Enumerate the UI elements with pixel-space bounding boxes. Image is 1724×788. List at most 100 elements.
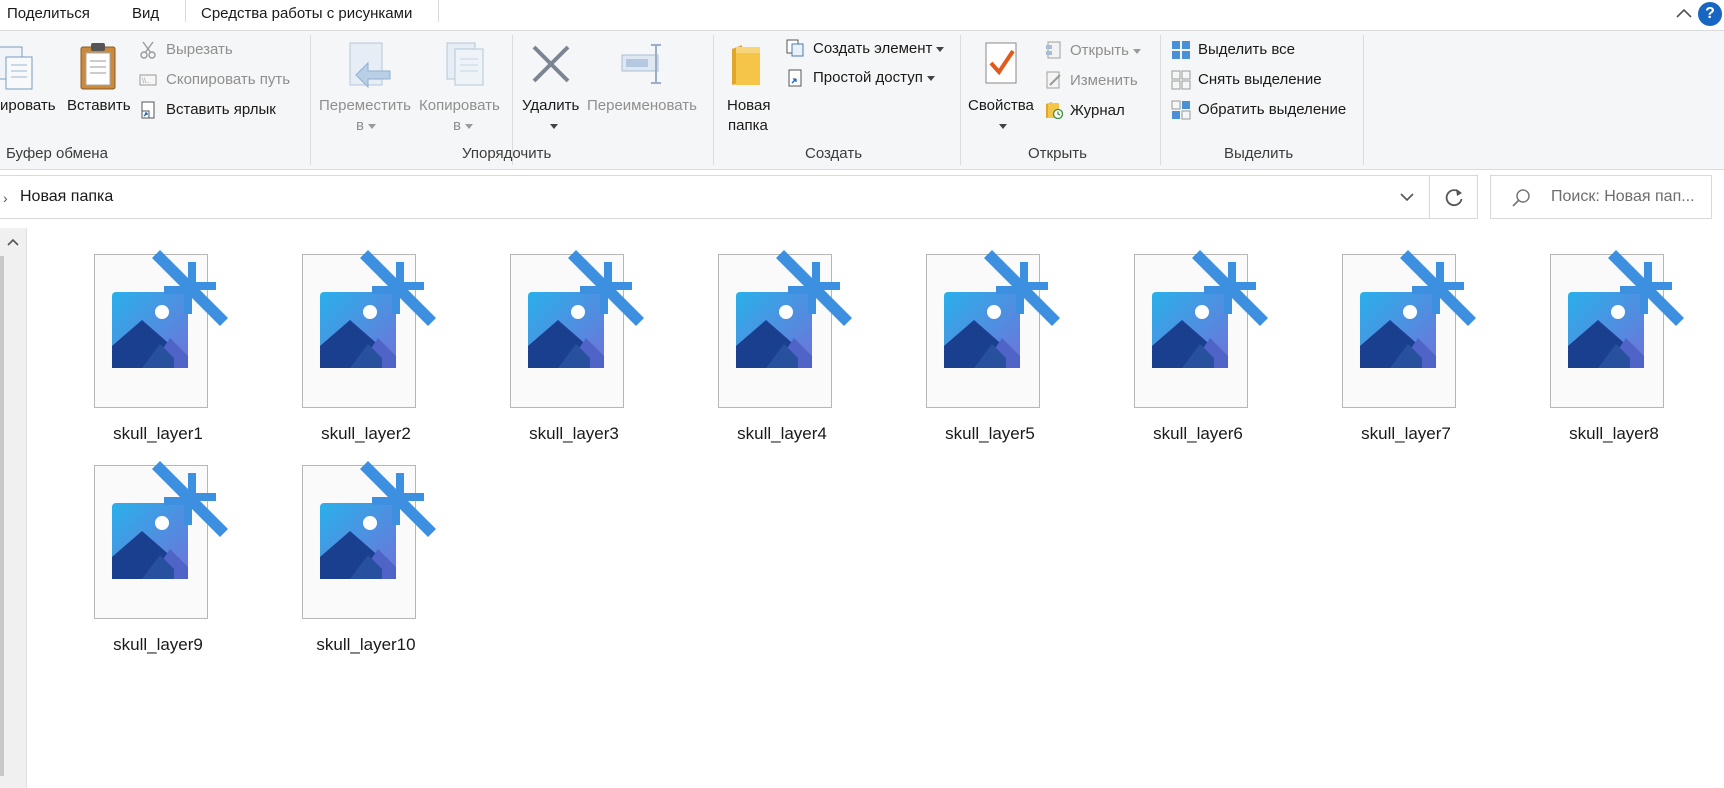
file-item[interactable]: skull_layer8	[1540, 250, 1724, 454]
tab-share[interactable]: Поделиться	[7, 5, 90, 22]
group-separator	[713, 35, 714, 165]
copy-icon[interactable]	[0, 43, 38, 95]
compressed-overlay-icon	[1608, 250, 1684, 326]
easy-access-icon	[788, 69, 802, 87]
select-none-button[interactable]: Снять выделение	[1198, 71, 1322, 88]
file-name[interactable]: skull_layer5	[916, 424, 1064, 444]
compressed-overlay-icon	[360, 250, 436, 326]
collapse-ribbon-icon[interactable]	[1674, 4, 1694, 24]
delete-dropdown-caret[interactable]	[550, 124, 558, 129]
copy-path-button[interactable]: Скопировать путь	[166, 71, 290, 88]
copy-path-icon: \\..	[139, 74, 157, 86]
menu-bar: Поделиться Вид Средства работы с рисунка…	[0, 0, 1724, 31]
tab-picture-tools[interactable]: Средства работы с рисунками	[201, 5, 412, 22]
copy-button[interactable]: ировать	[0, 97, 56, 114]
properties-button[interactable]: Свойства	[968, 97, 1034, 114]
rename-icon[interactable]	[620, 43, 668, 85]
file-name[interactable]: skull_layer3	[500, 424, 648, 444]
copy-to-button[interactable]: Копировать	[419, 97, 500, 114]
move-to-sub: в	[356, 117, 376, 134]
file-name[interactable]: skull_layer7	[1332, 424, 1480, 444]
search-box[interactable]: Поиск: Новая пап...	[1490, 175, 1712, 219]
select-none-icon	[1171, 70, 1191, 90]
delete-icon[interactable]	[530, 43, 572, 85]
file-item[interactable]: skull_layer2	[292, 250, 482, 454]
open-button[interactable]: Открыть	[1070, 42, 1141, 59]
file-name[interactable]: skull_layer9	[84, 635, 232, 655]
delete-button[interactable]: Удалить	[522, 97, 579, 114]
refresh-button[interactable]	[1430, 175, 1478, 219]
address-history-dropdown-icon[interactable]	[1385, 176, 1429, 218]
navigation-pane-scrollbar[interactable]	[0, 228, 27, 788]
paste-shortcut-button[interactable]: Вставить ярлык	[166, 101, 276, 118]
compressed-overlay-icon	[152, 461, 228, 537]
tab-view[interactable]: Вид	[132, 5, 159, 22]
scrollbar-thumb[interactable]	[0, 256, 4, 776]
compressed-overlay-icon	[360, 461, 436, 537]
select-all-button[interactable]: Выделить все	[1198, 41, 1295, 58]
compressed-overlay-icon	[1192, 250, 1268, 326]
open-group-label: Открыть	[1028, 145, 1087, 162]
file-name[interactable]: skull_layer4	[708, 424, 856, 444]
file-name[interactable]: skull_layer10	[292, 635, 440, 655]
refresh-icon	[1445, 189, 1463, 207]
move-to-button[interactable]: Переместить	[319, 97, 411, 114]
history-button[interactable]: Журнал	[1070, 102, 1125, 119]
cut-button[interactable]: Вырезать	[166, 41, 233, 58]
easy-access-button[interactable]: Простой доступ	[813, 69, 935, 86]
file-item[interactable]: skull_layer3	[500, 250, 690, 454]
group-separator	[960, 35, 961, 165]
group-separator	[1363, 35, 1364, 165]
select-all-icon	[1172, 41, 1190, 59]
group-separator	[1160, 35, 1161, 165]
tab-separator	[438, 0, 439, 22]
copy-to-sub: в	[453, 117, 473, 134]
properties-dropdown-caret[interactable]	[999, 124, 1007, 129]
search-input[interactable]: Поиск: Новая пап...	[1551, 188, 1695, 206]
history-icon	[1046, 102, 1063, 119]
file-item[interactable]: skull_layer5	[916, 250, 1106, 454]
file-item[interactable]: skull_layer10	[292, 461, 482, 665]
new-item-icon	[786, 39, 804, 57]
copy-to-icon[interactable]	[443, 41, 491, 91]
file-name[interactable]: skull_layer6	[1124, 424, 1272, 444]
file-item[interactable]: skull_layer6	[1124, 250, 1314, 454]
breadcrumb-current-folder[interactable]: Новая папка	[20, 188, 113, 206]
address-bar[interactable]: › Новая папка	[0, 175, 1430, 219]
paste-icon[interactable]	[78, 41, 118, 91]
open-icon	[1046, 41, 1061, 59]
new-item-button[interactable]: Создать элемент	[813, 40, 945, 57]
file-item[interactable]: skull_layer7	[1332, 250, 1522, 454]
search-icon	[1512, 189, 1530, 207]
organize-group-label: Упорядочить	[462, 145, 552, 162]
file-name[interactable]: skull_layer2	[292, 424, 440, 444]
ribbon: ировать Вставить Вырезать \\.. Скопирова…	[0, 31, 1724, 170]
new-folder-label-line2[interactable]: папка	[728, 117, 768, 134]
file-name[interactable]: skull_layer8	[1540, 424, 1688, 444]
help-button[interactable]: ?	[1698, 2, 1722, 26]
compressed-overlay-icon	[152, 250, 228, 326]
rename-button[interactable]: Переименовать	[587, 97, 697, 114]
file-item[interactable]: skull_layer9	[84, 461, 274, 665]
new-folder-icon[interactable]	[730, 43, 764, 87]
compressed-overlay-icon	[568, 250, 644, 326]
paste-button[interactable]: Вставить	[67, 97, 131, 114]
edit-button[interactable]: Изменить	[1070, 72, 1138, 89]
invert-selection-button[interactable]: Обратить выделение	[1198, 101, 1346, 118]
invert-selection-icon	[1171, 100, 1191, 120]
file-name[interactable]: skull_layer1	[84, 424, 232, 444]
scissors-icon	[140, 41, 156, 59]
clipboard-group-label: Буфер обмена	[6, 145, 108, 162]
svg-text:\\..: \\..	[142, 78, 150, 85]
move-to-icon[interactable]	[346, 41, 394, 91]
new-folder-label-line1[interactable]: Новая	[727, 97, 770, 114]
compressed-overlay-icon	[984, 250, 1060, 326]
group-separator	[310, 35, 311, 165]
scroll-up-icon[interactable]	[4, 234, 22, 250]
paste-shortcut-icon	[141, 101, 155, 119]
compressed-overlay-icon	[776, 250, 852, 326]
chevron-right-icon[interactable]: ›	[3, 190, 8, 206]
file-item[interactable]: skull_layer4	[708, 250, 898, 454]
properties-icon[interactable]	[984, 41, 1020, 87]
file-item[interactable]: skull_layer1	[84, 250, 274, 454]
